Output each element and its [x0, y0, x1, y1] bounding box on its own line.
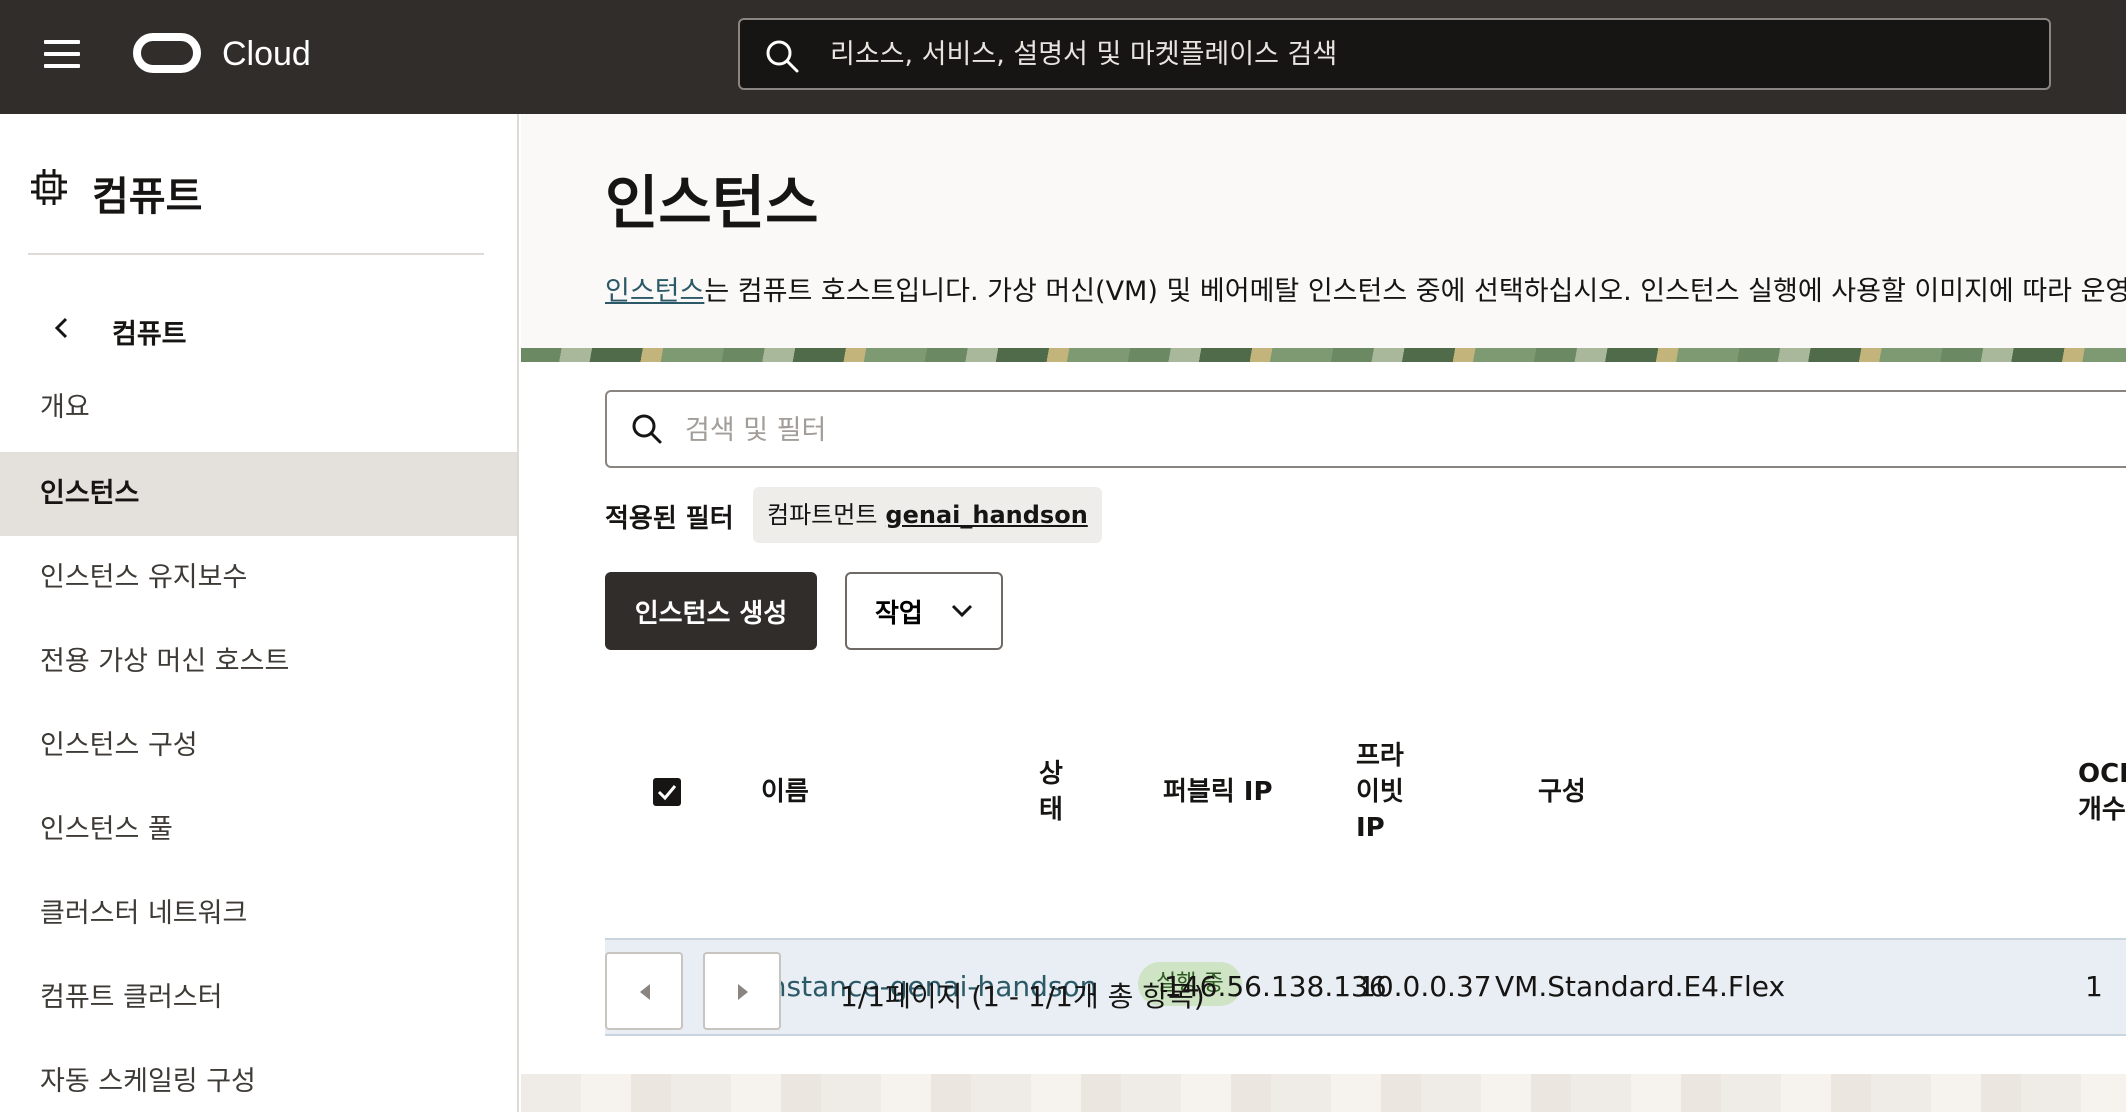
column-header-private-ip[interactable]: 프라 이빗 IP — [1356, 738, 1404, 846]
caret-right-icon — [738, 984, 748, 1000]
page-title: 인스턴스 — [605, 169, 819, 237]
ocpu-cell: 1 — [2085, 970, 2103, 1003]
applied-filters-label: 적용된 필터 — [605, 504, 734, 534]
chip-icon — [31, 169, 67, 205]
sidebar-back-label: 컴퓨트 — [112, 319, 187, 350]
sidebar-divider — [28, 253, 484, 255]
chevron-left-icon — [54, 317, 68, 339]
column-header-state-line2: 태 — [1039, 795, 1063, 825]
search-icon — [766, 40, 799, 73]
column-header-ocpu-line2: 개수 — [2078, 795, 2126, 825]
column-header-private-line2: 이빗 — [1356, 777, 1404, 807]
column-header-ocpu-line1: OCPU — [2078, 759, 2126, 789]
caret-left-icon — [640, 984, 650, 1000]
sidebar-item-overview[interactable]: 개요 — [0, 366, 517, 450]
sidebar-item-autoscaling-configurations[interactable]: 자동 스케일링 구성 — [0, 1040, 517, 1112]
column-header-public-ip[interactable]: 퍼블릭 IP — [1163, 774, 1273, 810]
chip-key: 컴파트먼트 — [767, 501, 878, 529]
column-header-name[interactable]: 이름 — [761, 774, 809, 810]
column-header-ocpu[interactable]: OCPU 개수 — [2078, 756, 2126, 828]
sidebar: 컴퓨트 컴퓨트 개요 인스턴스 인스턴스 유지보수 전용 가상 머신 호스트 인… — [0, 114, 519, 1112]
menu-icon[interactable] — [44, 40, 80, 70]
global-search[interactable] — [738, 18, 2051, 90]
sidebar-item-instance-maintenance[interactable]: 인스턴스 유지보수 — [0, 536, 517, 620]
column-header-private-line1: 프라 — [1356, 741, 1404, 771]
table-row[interactable]: instance-genai-handson 실행 중 146.56.138.1… — [605, 938, 2126, 1036]
page-description: 인스턴스는 컴퓨트 호스트입니다. 가상 머신(VM) 및 베어메탈 인스턴스 … — [605, 269, 2126, 308]
instances-doc-link[interactable]: 인스턴스 — [605, 276, 704, 307]
compartment-filter-chip[interactable]: 컴파트먼트 genai_handson — [753, 487, 1102, 543]
create-instance-button[interactable]: 인스턴스 생성 — [605, 572, 817, 650]
oracle-logo-icon[interactable] — [133, 33, 201, 73]
sidebar-item-compute-clusters[interactable]: 컴퓨트 클러스터 — [0, 956, 517, 1040]
sidebar-item-cluster-networks[interactable]: 클러스터 네트워크 — [0, 872, 517, 956]
column-header-state[interactable]: 상 태 — [1039, 756, 1063, 828]
sidebar-item-instance-configurations[interactable]: 인스턴스 구성 — [0, 704, 517, 788]
column-header-state-line1: 상 — [1039, 759, 1063, 789]
filter-search-input[interactable] — [685, 404, 1885, 456]
sidebar-title: 컴퓨트 — [92, 174, 203, 220]
select-all-checkbox[interactable] — [653, 778, 681, 806]
next-page-button[interactable] — [703, 952, 781, 1030]
decorative-footer-band — [521, 1074, 2126, 1112]
private-ip-cell: 10.0.0.37 — [1358, 970, 1492, 1003]
sidebar-item-dedicated-vm-hosts[interactable]: 전용 가상 머신 호스트 — [0, 620, 517, 704]
brand-name[interactable]: Cloud — [222, 35, 311, 74]
filter-search[interactable] — [605, 390, 2126, 468]
top-bar: Cloud — [0, 0, 2126, 114]
column-header-private-line3: IP — [1356, 813, 1385, 843]
sidebar-item-instances[interactable]: 인스턴스 — [0, 452, 517, 536]
search-icon — [632, 414, 662, 444]
column-header-shape[interactable]: 구성 — [1538, 774, 1586, 810]
actions-dropdown[interactable]: 작업 — [845, 572, 1003, 650]
chip-value[interactable]: genai_handson — [885, 501, 1087, 529]
decorative-banner — [521, 348, 2126, 362]
sidebar-item-instance-pools[interactable]: 인스턴스 풀 — [0, 788, 517, 872]
chevron-down-icon — [951, 604, 973, 618]
description-text: 는 컴퓨트 호스트입니다. 가상 머신(VM) 및 베어메탈 인스턴스 중에 선… — [704, 276, 2126, 307]
global-search-input[interactable] — [830, 28, 2030, 80]
shape-cell: VM.Standard.E4.Flex — [1495, 970, 1786, 1003]
actions-label: 작업 — [875, 598, 923, 629]
previous-page-button[interactable] — [605, 952, 683, 1030]
pagination-status: 1/1페이지 (1 - 1/1개 총 항목) — [840, 980, 1205, 1013]
